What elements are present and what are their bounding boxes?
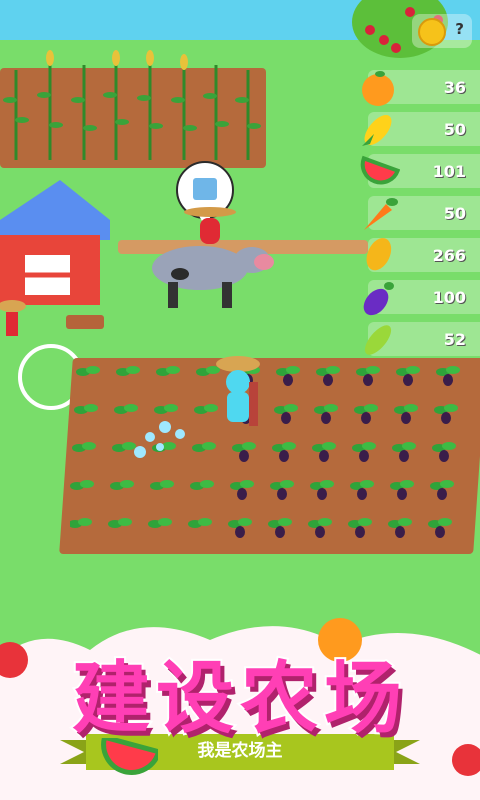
inventory-count: 101 [432, 162, 466, 181]
inventory-count: 100 [432, 288, 466, 307]
crop-plant [228, 518, 252, 538]
crop-plant [70, 480, 94, 490]
watermelon-icon [360, 155, 400, 185]
crop-plant [434, 404, 458, 424]
crop-plant [428, 518, 452, 538]
inventory-item[interactable]: 100 [356, 278, 480, 316]
inventory-count: 50 [443, 204, 466, 223]
crop-plant [312, 442, 336, 462]
inventory-item[interactable]: 101 [356, 152, 480, 188]
inventory-item[interactable]: 52 [356, 320, 480, 356]
crop-plant [116, 366, 140, 376]
banner-title: 建设农场 [70, 652, 408, 746]
carrot-icon [364, 198, 398, 230]
crop-plant [436, 366, 460, 386]
crop-plant [392, 442, 416, 462]
coin-bar[interactable]: ? [412, 14, 472, 48]
crop-plant [148, 518, 172, 528]
corn-icon [362, 115, 392, 146]
scarecrow [0, 300, 26, 336]
crop-plant [388, 518, 412, 538]
crop-plant [394, 404, 418, 424]
coin-icon [418, 18, 446, 46]
crop-plant [432, 442, 456, 462]
inventory-count: 36 [443, 78, 466, 97]
crop-plant [390, 480, 414, 500]
game-scene[interactable]: ? 36 50 101 50 266 100 52 建设农场 我是农场主 [0, 0, 480, 800]
crop-plant [356, 366, 380, 386]
crop-plant [190, 480, 214, 490]
help-button[interactable]: ? [455, 20, 464, 38]
crop-plant [110, 480, 134, 490]
crop-plant [274, 404, 298, 424]
wheat-icon [366, 238, 392, 271]
crop-plant [430, 480, 454, 500]
crop-plant [354, 404, 378, 424]
crop-plant [230, 480, 254, 500]
crop-plant [316, 366, 340, 386]
crop-plant [156, 366, 180, 376]
crop-plant [232, 442, 256, 462]
crop-plant [308, 518, 332, 538]
farmer-character[interactable] [205, 352, 265, 432]
eggplant-icon [363, 282, 394, 316]
inventory-count: 52 [443, 330, 466, 349]
crop-plant [76, 366, 100, 376]
crop-plant [350, 480, 374, 500]
crop-plant [272, 442, 296, 462]
crop-plant [270, 480, 294, 500]
crop-plant [276, 366, 300, 386]
cucumber-icon [364, 325, 392, 355]
crop-plant [70, 518, 92, 528]
inventory-count: 50 [443, 120, 466, 139]
water-splash [134, 421, 185, 458]
crop-plant [268, 518, 292, 538]
crop-plant [150, 480, 174, 490]
crop-plant [314, 404, 338, 424]
crop-plant [108, 518, 132, 528]
inventory-item[interactable]: 50 [356, 110, 480, 146]
cow-with-farmer[interactable] [140, 150, 280, 315]
crop-plant [396, 366, 420, 386]
crop-plant [72, 442, 96, 452]
inventory-count: 266 [432, 246, 466, 265]
crop-plant [188, 518, 212, 528]
inventory-item[interactable]: 50 [356, 194, 480, 230]
crop-plant [74, 404, 98, 414]
watermelon-decoration [101, 738, 158, 775]
crop-plant [348, 518, 372, 538]
crop-plant [352, 442, 376, 462]
inventory-item[interactable]: 36 [356, 68, 480, 106]
crop-plant [310, 480, 334, 500]
inventory-item[interactable]: 266 [356, 236, 480, 272]
orange-icon [362, 71, 394, 106]
